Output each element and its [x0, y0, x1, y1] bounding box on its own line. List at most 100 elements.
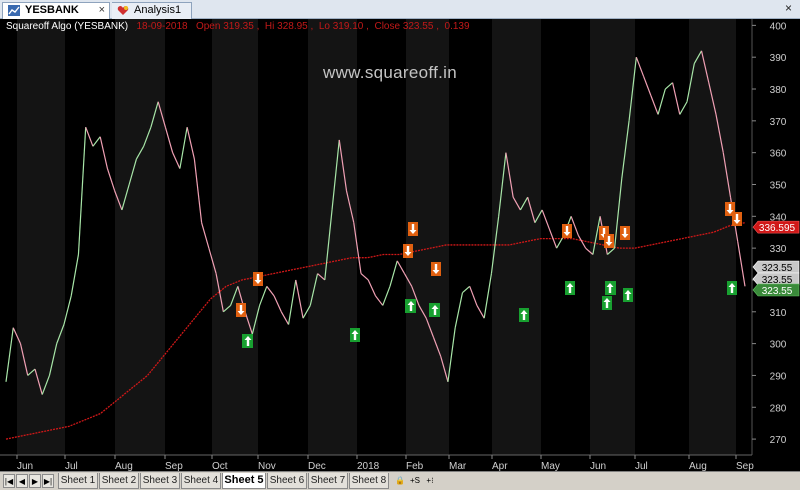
last-sheet-button[interactable]: ▶| — [42, 474, 54, 488]
x-tick-label: Jun — [17, 461, 33, 471]
ma-value-label: 336.595 — [759, 223, 796, 234]
y-tick-label: 370 — [770, 117, 787, 128]
y-tick-label: 390 — [770, 53, 787, 64]
watermark: www.squareoff.in — [323, 63, 457, 82]
price-line-segment — [570, 216, 579, 236]
price-line-segment — [266, 285, 275, 297]
price-line-segment — [77, 127, 87, 255]
sell-signal-icon — [403, 244, 413, 258]
tab-label: Analysis1 — [134, 4, 182, 16]
sheet-tab-3[interactable]: Sheet 3 — [140, 473, 180, 489]
add-pane-button[interactable]: +⁝ — [423, 474, 437, 488]
price-line-segment — [635, 56, 645, 77]
price-line-segment — [85, 126, 94, 147]
buy-signal-icon — [605, 281, 615, 295]
x-tick-label: Jun — [590, 461, 606, 471]
x-tick-label: Mar — [449, 461, 467, 471]
price-line-segment — [259, 286, 268, 306]
y-tick-label: 310 — [770, 308, 787, 319]
buy-signal-icon — [602, 296, 612, 310]
x-tick-label: Aug — [689, 461, 707, 471]
document-tab-bar: YESBANK (Daily) × Analysis1 × — [0, 0, 800, 31]
tab-close-icon[interactable]: × — [99, 3, 105, 18]
info-close: Close 323.55 — [374, 21, 434, 32]
price-line-segment — [396, 260, 406, 274]
price-line-segment — [70, 254, 80, 296]
sell-signal-icon — [408, 222, 418, 236]
price-chart[interactable]: 2702802903003103203303403503603703803904… — [0, 19, 800, 471]
tab-analysis1[interactable]: Analysis1 — [112, 2, 192, 19]
price-line-segment — [382, 286, 391, 306]
sheet-tab-1[interactable]: Sheet 1 — [58, 473, 98, 489]
price-line-segment — [541, 209, 550, 230]
x-tick-label: Apr — [492, 461, 508, 471]
y-tick-label: 300 — [770, 340, 787, 351]
price-line-segment — [469, 286, 478, 306]
price-value-label: 323.55 — [762, 263, 793, 274]
x-tick-label: Dec — [308, 461, 326, 471]
first-sheet-button[interactable]: |◀ — [3, 474, 15, 488]
price-line-segment — [99, 136, 109, 169]
x-tick-label: Sep — [736, 461, 754, 471]
prev-sheet-button[interactable]: ◀ — [16, 474, 28, 488]
buy-signal-icon — [430, 303, 440, 317]
price-line-segment — [671, 82, 681, 115]
price-line-segment — [657, 88, 666, 115]
y-tick-label: 270 — [770, 435, 787, 446]
price-line-segment — [273, 295, 282, 313]
sheet-tab-7[interactable]: Sheet 7 — [308, 473, 348, 489]
price-line-segment — [389, 260, 398, 287]
price-value-label: 323.55 — [762, 286, 793, 297]
sheet-tab-5[interactable]: Sheet 5 — [222, 473, 266, 489]
sheet-tab-8[interactable]: Sheet 8 — [349, 473, 389, 489]
price-line-segment — [186, 127, 195, 160]
price-line-segment — [287, 279, 297, 325]
sheet-tab-bar: |◀ ◀ ▶ ▶| Sheet 1 Sheet 2 Sheet 3 Sheet … — [0, 471, 800, 490]
price-line-segment — [375, 295, 384, 306]
x-tick-label: Feb — [406, 461, 424, 471]
buy-signal-icon — [623, 288, 633, 302]
info-change: 0.139 — [444, 21, 470, 32]
analysis-tab-icon — [117, 6, 129, 15]
price-line-segment — [360, 273, 369, 281]
month-band — [689, 19, 736, 455]
price-line-segment — [92, 136, 101, 147]
buy-signal-icon — [350, 328, 360, 342]
price-line-segment — [737, 241, 746, 287]
price-line-segment — [295, 279, 304, 319]
y-tick-label: 350 — [770, 180, 787, 191]
price-line-segment — [106, 168, 116, 192]
month-band — [212, 19, 258, 455]
y-tick-label: 280 — [770, 403, 787, 414]
month-band — [308, 19, 357, 455]
y-tick-label: 360 — [770, 149, 787, 160]
sheet-tab-4[interactable]: Sheet 4 — [181, 473, 221, 489]
sheet-tab-6[interactable]: Sheet 6 — [267, 473, 307, 489]
tab-yesbank-daily[interactable]: YESBANK (Daily) × — [2, 2, 110, 31]
buy-signal-icon — [565, 281, 575, 295]
price-line-segment — [179, 127, 188, 169]
window-close-icon[interactable]: × — [785, 1, 792, 15]
lock-icon[interactable]: 🔒 — [394, 474, 406, 488]
sell-signal-icon — [236, 303, 246, 317]
sell-signal-icon — [732, 212, 742, 226]
x-tick-label: Aug — [115, 461, 133, 471]
y-tick-label: 330 — [770, 244, 787, 255]
y-tick-label: 380 — [770, 85, 787, 96]
x-tick-label: 2018 — [357, 461, 380, 471]
price-line-segment — [193, 158, 203, 223]
buy-signal-icon — [243, 334, 253, 348]
chart-window: YESBANK (Daily) × Analysis1 × 270 280 290 3… — [0, 0, 800, 490]
next-sheet-button[interactable]: ▶ — [29, 474, 41, 488]
add-sheet-button[interactable]: +S — [408, 474, 422, 488]
y-tick-label: 290 — [770, 371, 787, 382]
indicator-name: Squareoff Algo (YESBANK) — [6, 21, 129, 32]
x-tick-label: May — [541, 461, 560, 471]
sheet-tab-2[interactable]: Sheet 2 — [99, 473, 139, 489]
price-line-segment — [164, 127, 174, 153]
sell-signal-icon — [620, 226, 630, 240]
chart-tab-icon — [8, 5, 20, 16]
price-line-segment — [476, 305, 485, 319]
x-tick-label: Sep — [165, 461, 183, 471]
buy-signal-icon — [727, 281, 737, 295]
